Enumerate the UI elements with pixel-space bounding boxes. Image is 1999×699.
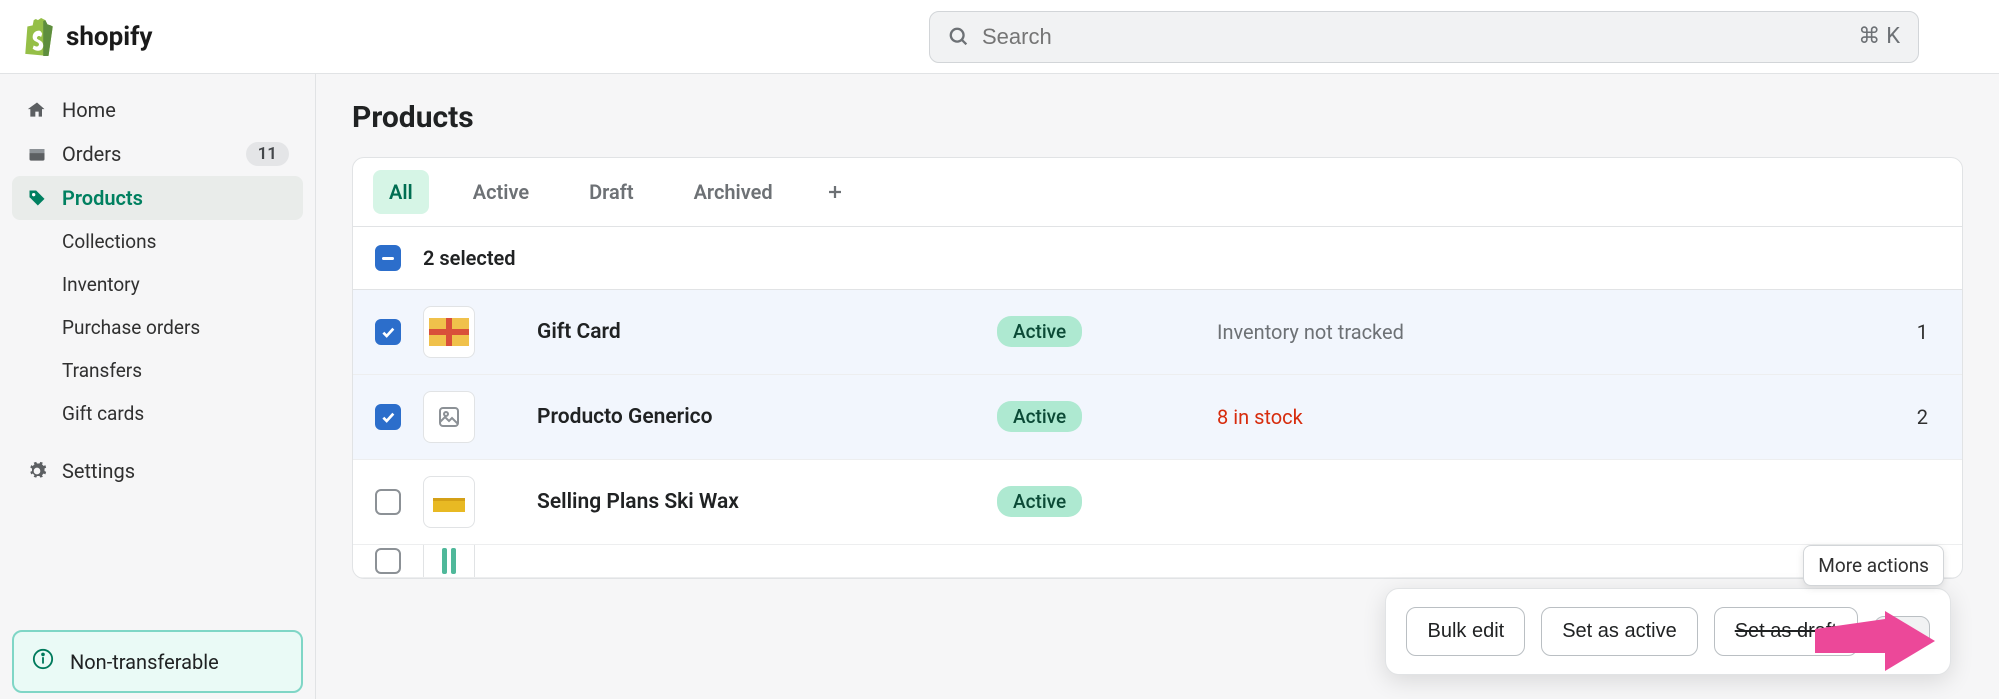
product-name: Selling Plans Ski Wax xyxy=(537,490,997,514)
page-title: Products xyxy=(352,100,1963,135)
products-icon xyxy=(26,187,48,209)
inventory-text: Inventory not tracked xyxy=(1217,320,1870,344)
nav-settings[interactable]: Settings xyxy=(12,449,303,493)
nav-label: Products xyxy=(62,186,143,210)
check-icon xyxy=(380,324,396,340)
row-checkbox[interactable] xyxy=(375,548,401,574)
add-tab-button[interactable] xyxy=(817,174,853,210)
snowboard-thumb-icon xyxy=(434,546,464,576)
more-actions-button[interactable] xyxy=(1874,616,1930,648)
nav-label: Orders xyxy=(62,142,121,166)
status-badge: Active xyxy=(997,316,1082,347)
row-checkbox[interactable] xyxy=(375,489,401,515)
selection-text: 2 selected xyxy=(423,246,516,270)
shopify-bag-icon xyxy=(20,18,58,56)
brand-text: shopify xyxy=(66,22,153,52)
products-card: All Active Draft Archived 2 selected Gif… xyxy=(352,157,1963,579)
nav-label: Settings xyxy=(62,459,135,483)
check-icon xyxy=(380,409,396,425)
shopify-logo[interactable]: shopify xyxy=(20,18,153,56)
qty-text: 2 xyxy=(1870,405,1940,429)
tabs-bar: All Active Draft Archived xyxy=(353,158,1962,227)
wax-thumb-icon xyxy=(431,490,467,514)
info-icon xyxy=(32,648,54,675)
tab-draft[interactable]: Draft xyxy=(573,170,649,214)
tab-all[interactable]: All xyxy=(373,170,429,214)
ellipsis-icon xyxy=(1890,629,1914,635)
selection-row: 2 selected xyxy=(353,227,1962,290)
product-name: Gift Card xyxy=(537,320,997,344)
nav-inventory[interactable]: Inventory xyxy=(12,263,303,306)
callout-text: Non-transferable xyxy=(70,650,219,674)
orders-icon xyxy=(26,143,48,165)
sidebar: Home Orders 11 Products Collections Inve… xyxy=(0,74,316,699)
main-content: Products All Active Draft Archived 2 sel… xyxy=(316,74,1999,699)
plus-icon xyxy=(826,183,844,201)
tab-active[interactable]: Active xyxy=(457,170,545,214)
nav-gift-cards[interactable]: Gift cards xyxy=(12,392,303,435)
status-badge: Active xyxy=(997,486,1082,517)
nav-purchase-orders[interactable]: Purchase orders xyxy=(12,306,303,349)
bulk-action-bar: More actions Bulk edit Set as active Set… xyxy=(1385,588,1951,675)
search-shortcut: ⌘ K xyxy=(1858,24,1900,49)
callout-non-transferable: Non-transferable xyxy=(12,630,303,693)
set-active-button[interactable]: Set as active xyxy=(1541,607,1698,656)
image-placeholder-icon xyxy=(437,405,461,429)
product-row[interactable]: Selling Plans Ski Wax Active xyxy=(353,460,1962,545)
nav-home[interactable]: Home xyxy=(12,88,303,132)
product-row[interactable]: Gift Card Active Inventory not tracked 1 xyxy=(353,290,1962,375)
search-icon xyxy=(948,26,970,48)
home-icon xyxy=(26,99,48,121)
select-all-checkbox[interactable] xyxy=(375,245,401,271)
row-checkbox[interactable] xyxy=(375,319,401,345)
tab-archived[interactable]: Archived xyxy=(678,170,789,214)
product-thumbnail xyxy=(423,306,475,358)
product-thumbnail xyxy=(423,545,475,578)
product-row[interactable]: Producto Generico Active 8 in stock 2 xyxy=(353,375,1962,460)
product-thumbnail xyxy=(423,391,475,443)
bulk-edit-button[interactable]: Bulk edit xyxy=(1406,607,1525,656)
search-wrap: ⌘ K xyxy=(929,11,1919,63)
nav-transfers[interactable]: Transfers xyxy=(12,349,303,392)
nav-label: Home xyxy=(62,98,116,122)
search-input[interactable] xyxy=(982,24,1846,50)
topbar: shopify ⌘ K xyxy=(0,0,1999,74)
search-box[interactable]: ⌘ K xyxy=(929,11,1919,63)
row-checkbox[interactable] xyxy=(375,404,401,430)
product-name: Producto Generico xyxy=(537,405,997,429)
gift-card-thumb-icon xyxy=(429,318,469,346)
status-badge: Active xyxy=(997,401,1082,432)
qty-text: 1 xyxy=(1870,320,1940,344)
orders-badge: 11 xyxy=(246,142,289,166)
more-actions-tooltip: More actions xyxy=(1803,545,1944,586)
nav-orders[interactable]: Orders 11 xyxy=(12,132,303,176)
product-thumbnail xyxy=(423,476,475,528)
set-draft-button[interactable]: Set as draft xyxy=(1714,607,1858,656)
gear-icon xyxy=(26,460,48,482)
nav-products[interactable]: Products xyxy=(12,176,303,220)
inventory-text: 8 in stock xyxy=(1217,405,1870,429)
product-row[interactable] xyxy=(353,545,1962,578)
nav-collections[interactable]: Collections xyxy=(12,220,303,263)
